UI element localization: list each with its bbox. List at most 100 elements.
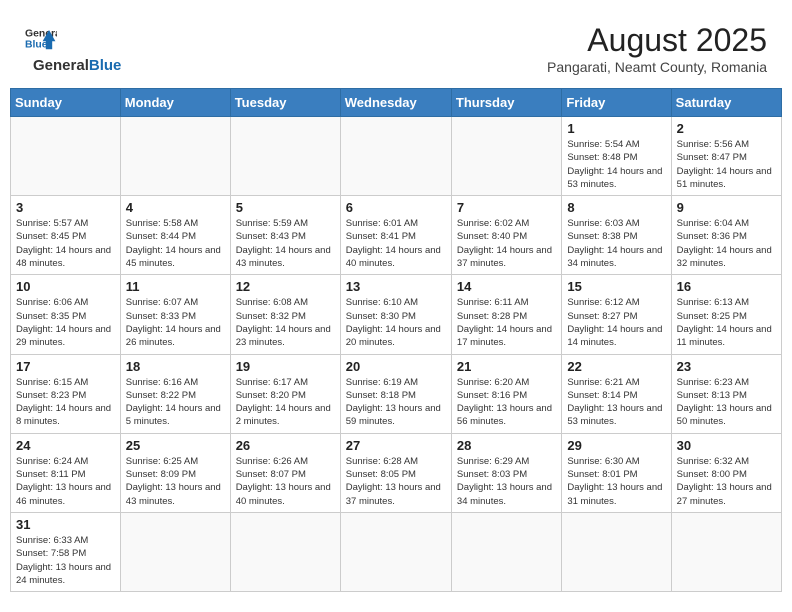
calendar-cell: 19 Sunrise: 6:17 AM Sunset: 8:20 PM Dayli…: [230, 354, 340, 433]
day-number: 6: [346, 200, 446, 215]
day-number: 10: [16, 279, 115, 294]
day-info: Sunrise: 6:10 AM Sunset: 8:30 PM Dayligh…: [346, 296, 446, 349]
day-number: 5: [236, 200, 335, 215]
calendar-cell: 7 Sunrise: 6:02 AM Sunset: 8:40 PM Daylig…: [451, 196, 561, 275]
day-number: 31: [16, 517, 115, 532]
calendar-cell: [671, 512, 781, 591]
calendar-cell: 6 Sunrise: 6:01 AM Sunset: 8:41 PM Daylig…: [340, 196, 451, 275]
calendar-cell: 31 Sunrise: 6:33 AM Sunset: 7:58 PM Dayli…: [11, 512, 121, 591]
day-number: 13: [346, 279, 446, 294]
calendar-cell: 21 Sunrise: 6:20 AM Sunset: 8:16 PM Dayli…: [451, 354, 561, 433]
week-row-2: 3 Sunrise: 5:57 AM Sunset: 8:45 PM Daylig…: [11, 196, 782, 275]
day-number: 15: [567, 279, 665, 294]
calendar-cell: 15 Sunrise: 6:12 AM Sunset: 8:27 PM Dayli…: [562, 275, 671, 354]
title-area: August 2025 Pangarati, Neamt County, Rom…: [547, 22, 767, 75]
weekday-header-row: SundayMondayTuesdayWednesdayThursdayFrid…: [11, 89, 782, 117]
calendar-cell: 11 Sunrise: 6:07 AM Sunset: 8:33 PM Dayli…: [120, 275, 230, 354]
day-info: Sunrise: 5:54 AM Sunset: 8:48 PM Dayligh…: [567, 138, 665, 191]
day-number: 19: [236, 359, 335, 374]
day-info: Sunrise: 6:16 AM Sunset: 8:22 PM Dayligh…: [126, 376, 225, 429]
day-info: Sunrise: 6:11 AM Sunset: 8:28 PM Dayligh…: [457, 296, 556, 349]
day-number: 9: [677, 200, 776, 215]
calendar-cell: [451, 512, 561, 591]
header: General Blue GeneralBlue August 2025 Pan…: [10, 10, 782, 83]
week-row-4: 17Sunrise: 6:15 AM Sunset: 8:23 PM Dayli…: [11, 354, 782, 433]
calendar-cell: 2 Sunrise: 5:56 AM Sunset: 8:47 PM Daylig…: [671, 117, 781, 196]
week-row-3: 10 Sunrise: 6:06 AM Sunset: 8:35 PM Dayli…: [11, 275, 782, 354]
calendar-cell: 18 Sunrise: 6:16 AM Sunset: 8:22 PM Dayli…: [120, 354, 230, 433]
calendar-cell: 13 Sunrise: 6:10 AM Sunset: 8:30 PM Dayli…: [340, 275, 451, 354]
day-info: Sunrise: 6:04 AM Sunset: 8:36 PM Dayligh…: [677, 217, 776, 270]
calendar-cell: 14 Sunrise: 6:11 AM Sunset: 8:28 PM Dayli…: [451, 275, 561, 354]
day-info: Sunrise: 6:06 AM Sunset: 8:35 PM Dayligh…: [16, 296, 115, 349]
calendar-cell: 20Sunrise: 6:19 AM Sunset: 8:18 PM Dayli…: [340, 354, 451, 433]
calendar-cell: 16 Sunrise: 6:13 AM Sunset: 8:25 PM Dayli…: [671, 275, 781, 354]
calendar-cell: [451, 117, 561, 196]
day-info: Sunrise: 6:13 AM Sunset: 8:25 PM Dayligh…: [677, 296, 776, 349]
calendar-cell: 9 Sunrise: 6:04 AM Sunset: 8:36 PM Daylig…: [671, 196, 781, 275]
weekday-header-friday: Friday: [562, 89, 671, 117]
day-number: 30: [677, 438, 776, 453]
day-info: Sunrise: 6:02 AM Sunset: 8:40 PM Dayligh…: [457, 217, 556, 270]
calendar-cell: 3 Sunrise: 5:57 AM Sunset: 8:45 PM Daylig…: [11, 196, 121, 275]
day-info: Sunrise: 5:59 AM Sunset: 8:43 PM Dayligh…: [236, 217, 335, 270]
week-row-1: 1Sunrise: 5:54 AM Sunset: 8:48 PM Daylig…: [11, 117, 782, 196]
calendar-cell: 29Sunrise: 6:30 AM Sunset: 8:01 PM Dayli…: [562, 433, 671, 512]
calendar-cell: [120, 117, 230, 196]
calendar-cell: 27Sunrise: 6:28 AM Sunset: 8:05 PM Dayli…: [340, 433, 451, 512]
svg-text:Blue: Blue: [25, 40, 48, 51]
day-number: 21: [457, 359, 556, 374]
calendar-cell: 4Sunrise: 5:58 AM Sunset: 8:44 PM Daylig…: [120, 196, 230, 275]
day-number: 8: [567, 200, 665, 215]
day-info: Sunrise: 6:21 AM Sunset: 8:14 PM Dayligh…: [567, 376, 665, 429]
calendar-cell: 23 Sunrise: 6:23 AM Sunset: 8:13 PM Dayli…: [671, 354, 781, 433]
day-number: 25: [126, 438, 225, 453]
calendar-cell: [120, 512, 230, 591]
day-info: Sunrise: 6:03 AM Sunset: 8:38 PM Dayligh…: [567, 217, 665, 270]
weekday-header-wednesday: Wednesday: [340, 89, 451, 117]
day-number: 16: [677, 279, 776, 294]
day-info: Sunrise: 6:24 AM Sunset: 8:11 PM Dayligh…: [16, 455, 115, 508]
weekday-header-saturday: Saturday: [671, 89, 781, 117]
day-info: Sunrise: 6:12 AM Sunset: 8:27 PM Dayligh…: [567, 296, 665, 349]
day-number: 2: [677, 121, 776, 136]
day-number: 22: [567, 359, 665, 374]
day-info: Sunrise: 6:17 AM Sunset: 8:20 PM Dayligh…: [236, 376, 335, 429]
weekday-header-thursday: Thursday: [451, 89, 561, 117]
calendar-cell: [11, 117, 121, 196]
day-info: Sunrise: 6:33 AM Sunset: 7:58 PM Dayligh…: [16, 534, 115, 587]
day-info: Sunrise: 6:25 AM Sunset: 8:09 PM Dayligh…: [126, 455, 225, 508]
calendar-cell: [340, 117, 451, 196]
day-number: 3: [16, 200, 115, 215]
day-info: Sunrise: 6:29 AM Sunset: 8:03 PM Dayligh…: [457, 455, 556, 508]
weekday-header-monday: Monday: [120, 89, 230, 117]
calendar-cell: [230, 117, 340, 196]
day-info: Sunrise: 6:20 AM Sunset: 8:16 PM Dayligh…: [457, 376, 556, 429]
day-number: 11: [126, 279, 225, 294]
week-row-6: 31 Sunrise: 6:33 AM Sunset: 7:58 PM Dayli…: [11, 512, 782, 591]
day-number: 28: [457, 438, 556, 453]
day-info: Sunrise: 5:56 AM Sunset: 8:47 PM Dayligh…: [677, 138, 776, 191]
calendar-cell: [340, 512, 451, 591]
day-info: Sunrise: 6:23 AM Sunset: 8:13 PM Dayligh…: [677, 376, 776, 429]
calendar-cell: [562, 512, 671, 591]
calendar-cell: 26Sunrise: 6:26 AM Sunset: 8:07 PM Dayli…: [230, 433, 340, 512]
day-info: Sunrise: 6:01 AM Sunset: 8:41 PM Dayligh…: [346, 217, 446, 270]
day-number: 17: [16, 359, 115, 374]
day-number: 18: [126, 359, 225, 374]
day-number: 26: [236, 438, 335, 453]
day-number: 4: [126, 200, 225, 215]
day-info: Sunrise: 6:30 AM Sunset: 8:01 PM Dayligh…: [567, 455, 665, 508]
calendar-cell: 24Sunrise: 6:24 AM Sunset: 8:11 PM Dayli…: [11, 433, 121, 512]
day-info: Sunrise: 5:57 AM Sunset: 8:45 PM Dayligh…: [16, 217, 115, 270]
calendar-cell: 5 Sunrise: 5:59 AM Sunset: 8:43 PM Daylig…: [230, 196, 340, 275]
calendar-cell: 1Sunrise: 5:54 AM Sunset: 8:48 PM Daylig…: [562, 117, 671, 196]
week-row-5: 24Sunrise: 6:24 AM Sunset: 8:11 PM Dayli…: [11, 433, 782, 512]
day-number: 14: [457, 279, 556, 294]
day-number: 7: [457, 200, 556, 215]
weekday-header-tuesday: Tuesday: [230, 89, 340, 117]
day-number: 23: [677, 359, 776, 374]
day-number: 27: [346, 438, 446, 453]
day-info: Sunrise: 6:07 AM Sunset: 8:33 PM Dayligh…: [126, 296, 225, 349]
month-year: August 2025: [547, 22, 767, 59]
